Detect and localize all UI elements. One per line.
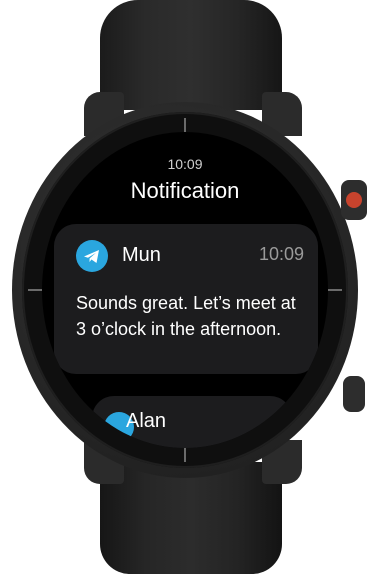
notification-time: 10:09	[258, 244, 304, 264]
notification-sender: Alan	[126, 410, 167, 432]
notification-message: Sounds great. Let’s meet at 3 o’clock in…	[76, 293, 296, 339]
bezel-tick	[184, 448, 186, 462]
watch-screen: 10:09 Notification Mun 10:09 Sounds grea…	[42, 132, 328, 448]
notification-card[interactable]: Alan	[92, 396, 292, 448]
watch-strap-top	[100, 0, 282, 110]
telegram-icon	[76, 240, 108, 272]
page-title: Notification	[130, 178, 240, 203]
crown-button-bottom[interactable]	[343, 376, 365, 412]
notification-sender: Mun	[122, 244, 161, 266]
status-time: 10:09	[167, 156, 203, 172]
bezel-tick	[184, 118, 186, 132]
crown-button-top[interactable]	[341, 180, 367, 220]
watch-strap-bottom	[100, 462, 282, 574]
smartwatch: 10:09 Notification Mun 10:09 Sounds grea…	[0, 0, 372, 574]
bezel-tick	[28, 289, 42, 291]
bezel-tick	[328, 289, 342, 291]
notification-card[interactable]: Mun 10:09 Sounds great. Let’s meet at 3 …	[54, 224, 318, 374]
